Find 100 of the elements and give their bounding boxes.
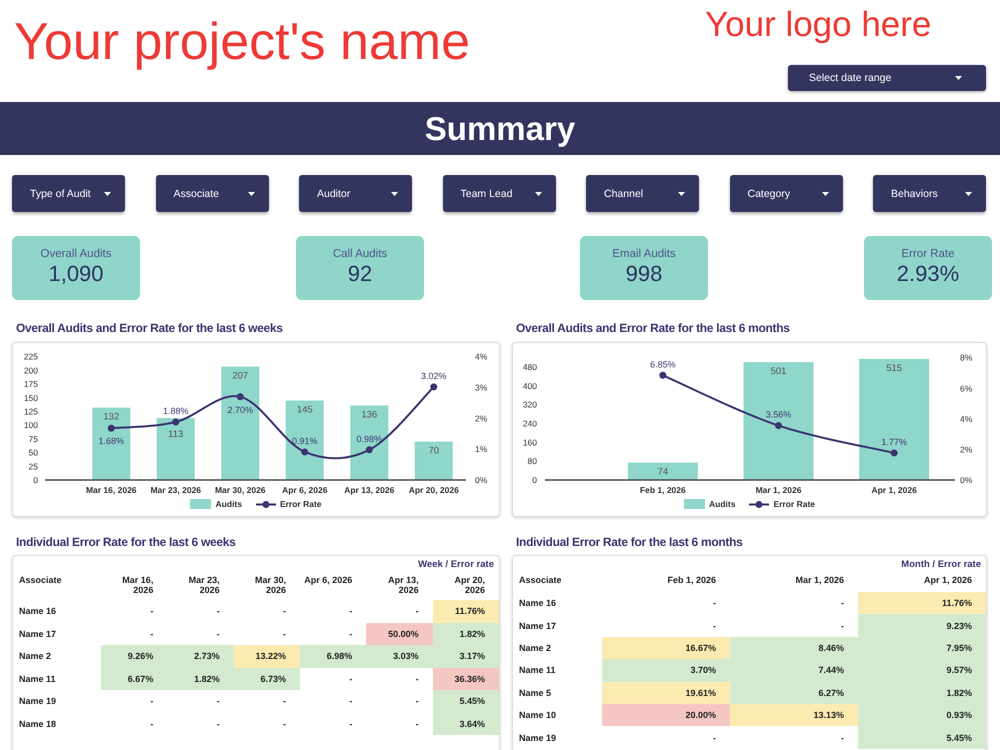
axis-tick-label: 150: [24, 392, 38, 403]
axis-tick-label: 75: [28, 434, 38, 444]
table-cell: 7.95%: [858, 636, 986, 660]
filter-dropdown[interactable]: Associate: [156, 175, 268, 212]
table-cell: Name 2: [513, 636, 602, 660]
table-cell: 5.45%: [432, 690, 499, 712]
table-cell: 36.36%: [432, 668, 499, 690]
data-label: 0.91%: [292, 436, 318, 446]
axis-tick-label: 50: [28, 448, 38, 458]
date-range-dropdown[interactable]: Select date range: [788, 65, 986, 91]
axis-tick-label: 400: [522, 380, 537, 391]
legend-line-icon: [749, 500, 770, 508]
bar: [414, 442, 453, 480]
data-label: 1.77%: [881, 436, 907, 447]
legend-label: Error Rate: [280, 499, 322, 509]
logo-placeholder-text: Your logo here: [705, 5, 932, 45]
table-cell: -: [300, 668, 366, 690]
kpi-value: 92: [348, 261, 372, 287]
category-label: Mar 1, 2026: [756, 485, 802, 495]
table-cell: 1.82%: [167, 668, 234, 690]
kpi-value: 998: [626, 261, 662, 287]
category-label: Mar 16, 2026: [86, 485, 137, 495]
axis-tick-label: 2%: [960, 444, 972, 454]
table-cell: 7.44%: [730, 659, 858, 682]
data-point: [366, 446, 373, 454]
axis-tick-label: 225: [24, 352, 38, 362]
axis-tick-label: 4%: [475, 352, 488, 362]
caret-down-icon: [955, 76, 962, 80]
bar-value-label: 501: [770, 366, 786, 378]
column-group-label: Month / Error rate: [901, 558, 981, 571]
table-cell-text: Name 19: [518, 732, 558, 745]
table-cell: 9.57%: [858, 659, 986, 682]
axis-tick-label: 0: [33, 475, 38, 485]
filter-dropdown[interactable]: Channel: [586, 175, 699, 212]
bar-value-label: 70: [428, 446, 440, 457]
bar-value-label: 74: [658, 466, 668, 478]
caret-down-icon: [248, 192, 254, 196]
bar-value-label: 136: [361, 409, 378, 420]
axis-tick-label: 100: [24, 420, 38, 430]
data-point: [890, 449, 898, 456]
kpi-value: 2.93%: [896, 261, 960, 287]
bar: [156, 418, 195, 480]
bar-value-label: 132: [103, 412, 120, 423]
axis-tick-label: 4%: [960, 414, 972, 424]
legend-label: Audits: [215, 499, 242, 509]
table-cell: 11.76%: [432, 600, 499, 622]
table-cell: 0.93%: [858, 704, 986, 726]
data-label: 6.85%: [650, 359, 676, 370]
table-cell: 2.73%: [167, 645, 234, 668]
filter-dropdown[interactable]: Category: [730, 175, 842, 212]
table-cell: 6.73%: [234, 668, 300, 690]
data-point: [775, 422, 782, 430]
axis-tick-label: 0%: [960, 475, 972, 485]
axis-tick-label: 0: [532, 475, 537, 485]
filter-dropdown[interactable]: Behaviors: [873, 175, 986, 212]
data-point: [108, 424, 115, 432]
axis-tick-label: 25: [28, 461, 38, 472]
bar-value-label: 207: [232, 370, 248, 382]
category-label: Mar 30, 2026: [214, 485, 266, 495]
category-label: Feb 1, 2026: [640, 485, 686, 495]
caret-down-icon: [534, 192, 542, 196]
category-label: Apr 13, 2026: [344, 485, 394, 495]
column-header: Mar 30, 2026: [254, 574, 287, 597]
filter-dropdown[interactable]: Team Lead: [442, 175, 556, 212]
column-header: Feb 1, 2026: [666, 574, 717, 587]
axis-tick-label: 125: [24, 406, 38, 416]
axis-tick-label: 200: [24, 365, 38, 376]
filter-dropdown[interactable]: Type of Audit: [12, 175, 125, 212]
column-header: Associate: [518, 574, 563, 587]
data-point: [659, 372, 666, 379]
axis-tick-label: 320: [522, 400, 537, 410]
caret-down-icon: [965, 192, 972, 196]
data-point: [172, 418, 180, 426]
axis-tick-label: 8%: [960, 352, 972, 363]
legend-swatch-icon: [684, 499, 705, 509]
bar-value-label: 515: [886, 362, 902, 374]
filter-dropdown[interactable]: Auditor: [299, 175, 412, 212]
axis-tick-label: 480: [522, 362, 537, 372]
table-cell: 1.82%: [432, 622, 499, 645]
table-cell: 11.76%: [858, 592, 986, 614]
data-point: [430, 383, 438, 390]
table-cell: 9.23%: [858, 614, 986, 637]
table-cell: 3.64%: [432, 712, 499, 735]
table-cell: -: [300, 622, 366, 645]
table-cell: 3.03%: [366, 645, 433, 668]
table-cell: -: [730, 614, 858, 637]
table-cell: 5.45%: [858, 726, 986, 749]
table-cell: Name 2: [13, 645, 101, 668]
column-group-label: Week / Error rate: [418, 558, 494, 571]
table-cell: 6.27%: [730, 682, 858, 704]
data-label: 0.98%: [356, 434, 382, 444]
kpi-value: 1,090: [48, 261, 104, 287]
legend-swatch-icon: [190, 499, 212, 509]
axis-tick-label: 6%: [960, 383, 972, 394]
column-header: Apr 20, 2026: [432, 571, 499, 600]
caret-down-icon: [678, 192, 685, 196]
axis-tick-label: 0%: [475, 475, 488, 485]
kpi-label: Email Audits: [612, 247, 676, 261]
table-cell: Name 11: [13, 668, 101, 690]
category-label: Apr 6, 2026: [282, 485, 328, 495]
